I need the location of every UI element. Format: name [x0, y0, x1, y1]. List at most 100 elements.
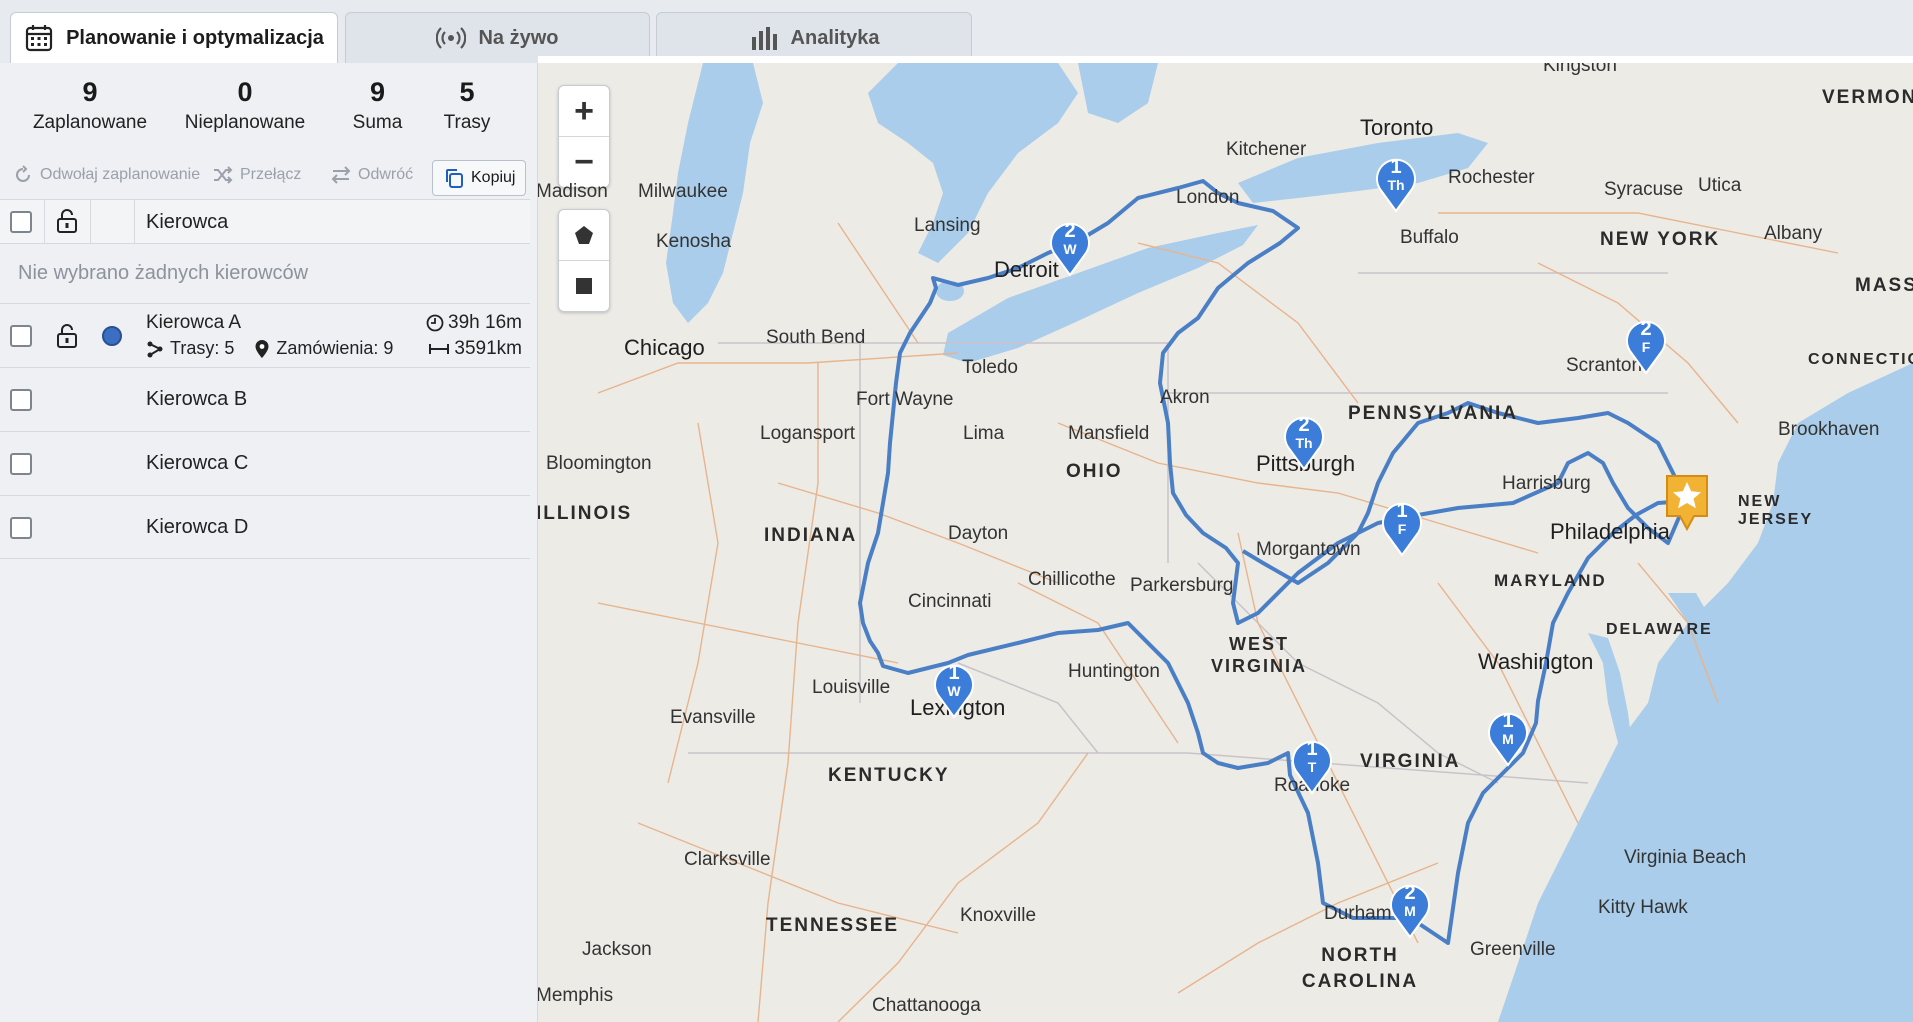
city-label: Syracuse [1604, 179, 1684, 200]
driver-d-name: Kierowca D [146, 516, 249, 538]
driver-b-name: Kierowca B [146, 388, 248, 410]
city-label: Dayton [948, 523, 1009, 544]
city-label: Cincinnati [908, 591, 992, 612]
stop-marker[interactable]: 1T [1290, 733, 1334, 795]
driver-c-checkbox[interactable] [10, 453, 32, 475]
reverse-button[interactable]: Odwróć [330, 164, 413, 186]
city-label: Utica [1698, 175, 1742, 196]
city-label: Kenosha [656, 231, 732, 252]
stat-routes-value: 5 [459, 77, 475, 107]
stat-routes[interactable]: 5 Trasy [432, 75, 502, 137]
location-pin-icon [255, 339, 269, 358]
lock-icon[interactable] [56, 209, 78, 233]
city-label: Huntington [1068, 661, 1160, 682]
city-label: Parkersburg [1130, 575, 1234, 596]
copy-label: Kopiuj [471, 169, 516, 186]
stop-marker[interactable]: 1F [1380, 495, 1424, 557]
city-label: Harrisburg [1502, 473, 1591, 494]
zoom-out-button[interactable]: − [559, 137, 609, 187]
undo-circle-icon [16, 165, 30, 182]
zoom-controls: + − [558, 85, 610, 188]
state-label: PENNSYLVANIA [1348, 403, 1519, 424]
driver-row-a[interactable]: Kierowca A Trasy: 5 Zamówienia: 9 39h 16… [0, 303, 530, 367]
swap-arrows-icon [331, 166, 351, 184]
stop-marker[interactable]: 2M [1388, 877, 1432, 939]
rectangle-icon [576, 278, 592, 294]
stat-unplanned[interactable]: 0 Nieplanowane [180, 75, 310, 137]
driver-a-duration: 39h 16m [426, 312, 522, 334]
city-label: Evansville [670, 707, 756, 728]
stat-planned-value: 9 [82, 77, 98, 107]
tab-analytics-label: Analityka [790, 26, 880, 49]
city-label: Philadelphia [1550, 519, 1670, 544]
city-label: Louisville [812, 677, 891, 698]
city-label: Akron [1160, 387, 1210, 408]
driver-a-distance-value: 3591km [454, 338, 522, 359]
city-label: Milwaukee [638, 181, 728, 202]
city-label: Kitchener [1226, 139, 1307, 160]
stop-marker[interactable]: 2 Th [1282, 409, 1326, 471]
unschedule-button[interactable]: Odwołaj zaplanowanie [12, 164, 200, 186]
copy-button[interactable]: Kopiuj [432, 160, 527, 196]
stat-routes-label: Trasy [443, 112, 491, 133]
driver-b-checkbox[interactable] [10, 389, 32, 411]
unschedule-label: Odwołaj zaplanowanie [40, 166, 201, 183]
city-label: Buffalo [1400, 227, 1459, 248]
city-label: Fort Wayne [856, 389, 954, 410]
city-label: Lansing [914, 215, 981, 236]
tab-planning-label: Planowanie i optymalizacja [66, 26, 324, 49]
state-label: KENTUCKY [828, 765, 950, 786]
route-toolbar: Odwołaj zaplanowanie Przełącz Odwróć Kop… [0, 158, 530, 200]
driver-a-summary: Trasy: 5 Zamówienia: 9 [146, 338, 393, 359]
driver-a-orders: Zamówienia: 9 [276, 338, 394, 358]
distance-icon [429, 344, 450, 354]
select-all-checkbox[interactable] [10, 211, 32, 233]
state-label: NEW YORK [1600, 229, 1721, 250]
city-label: Albany [1764, 223, 1823, 244]
draw-rectangle-button[interactable] [559, 261, 609, 311]
driver-column-header[interactable]: Kierowca [146, 211, 228, 234]
driver-row-c[interactable]: Kierowca C [0, 431, 530, 495]
stat-planned[interactable]: 9 Zaplanowane [30, 75, 150, 137]
city-label: Mansfield [1068, 423, 1150, 444]
driver-c-name: Kierowca C [146, 452, 249, 474]
state-label: ILLINOIS [538, 503, 633, 524]
draw-polygon-button[interactable] [559, 210, 609, 260]
driver-row-b[interactable]: Kierowca B [0, 367, 530, 431]
driver-a-checkbox[interactable] [10, 325, 32, 347]
state-label: MARYLAND [1494, 571, 1607, 590]
stop-marker[interactable]: 1W [932, 657, 976, 719]
stop-marker[interactable]: 2W [1048, 215, 1092, 277]
toggle-button[interactable]: Przełącz [212, 164, 301, 186]
stats-summary: 9 Zaplanowane 0 Nieplanowane 9 Suma 5 Tr… [0, 75, 530, 155]
driver-a-duration-value: 39h 16m [448, 312, 522, 333]
driver-d-checkbox[interactable] [10, 517, 32, 539]
city-label: Bloomington [546, 453, 652, 474]
state-label: VIRGINIA [1360, 751, 1461, 772]
stop-marker[interactable]: 1M [1486, 705, 1530, 767]
calendar-icon [25, 25, 53, 52]
stop-marker[interactable]: 2F [1624, 313, 1668, 375]
empty-selection-row: Nie wybrano żadnych kierowców [0, 243, 530, 303]
city-label: Clarksville [684, 849, 771, 870]
copy-icon [446, 169, 463, 188]
city-label: Toledo [962, 357, 1018, 378]
route-map[interactable]: + − Kingston Toronto Kitchener London Ro… [538, 63, 1913, 1022]
planning-panel: 9 Zaplanowane 0 Nieplanowane 9 Suma 5 Tr… [0, 63, 538, 1022]
tab-planning[interactable]: Planowanie i optymalizacja [10, 12, 338, 63]
zoom-in-button[interactable]: + [559, 86, 609, 136]
shuffle-icon [214, 166, 233, 184]
city-label: Memphis [538, 985, 614, 1006]
stat-total[interactable]: 9 Suma [340, 75, 415, 137]
city-label: Morgantown [1256, 539, 1361, 560]
depot-marker[interactable] [1664, 473, 1710, 533]
state-label: VERMONT [1822, 87, 1913, 108]
state-label: DELAWARE [1606, 621, 1713, 638]
live-signal-icon [436, 27, 467, 49]
driver-row-d[interactable]: Kierowca D [0, 495, 530, 559]
driver-a-lock-icon[interactable] [56, 324, 78, 348]
empty-selection-message: Nie wybrano żadnych kierowców [18, 262, 309, 284]
state-label: CONNECTIC [1808, 351, 1913, 368]
stat-total-value: 9 [369, 77, 386, 107]
stop-marker[interactable]: 1 Th [1374, 151, 1418, 213]
